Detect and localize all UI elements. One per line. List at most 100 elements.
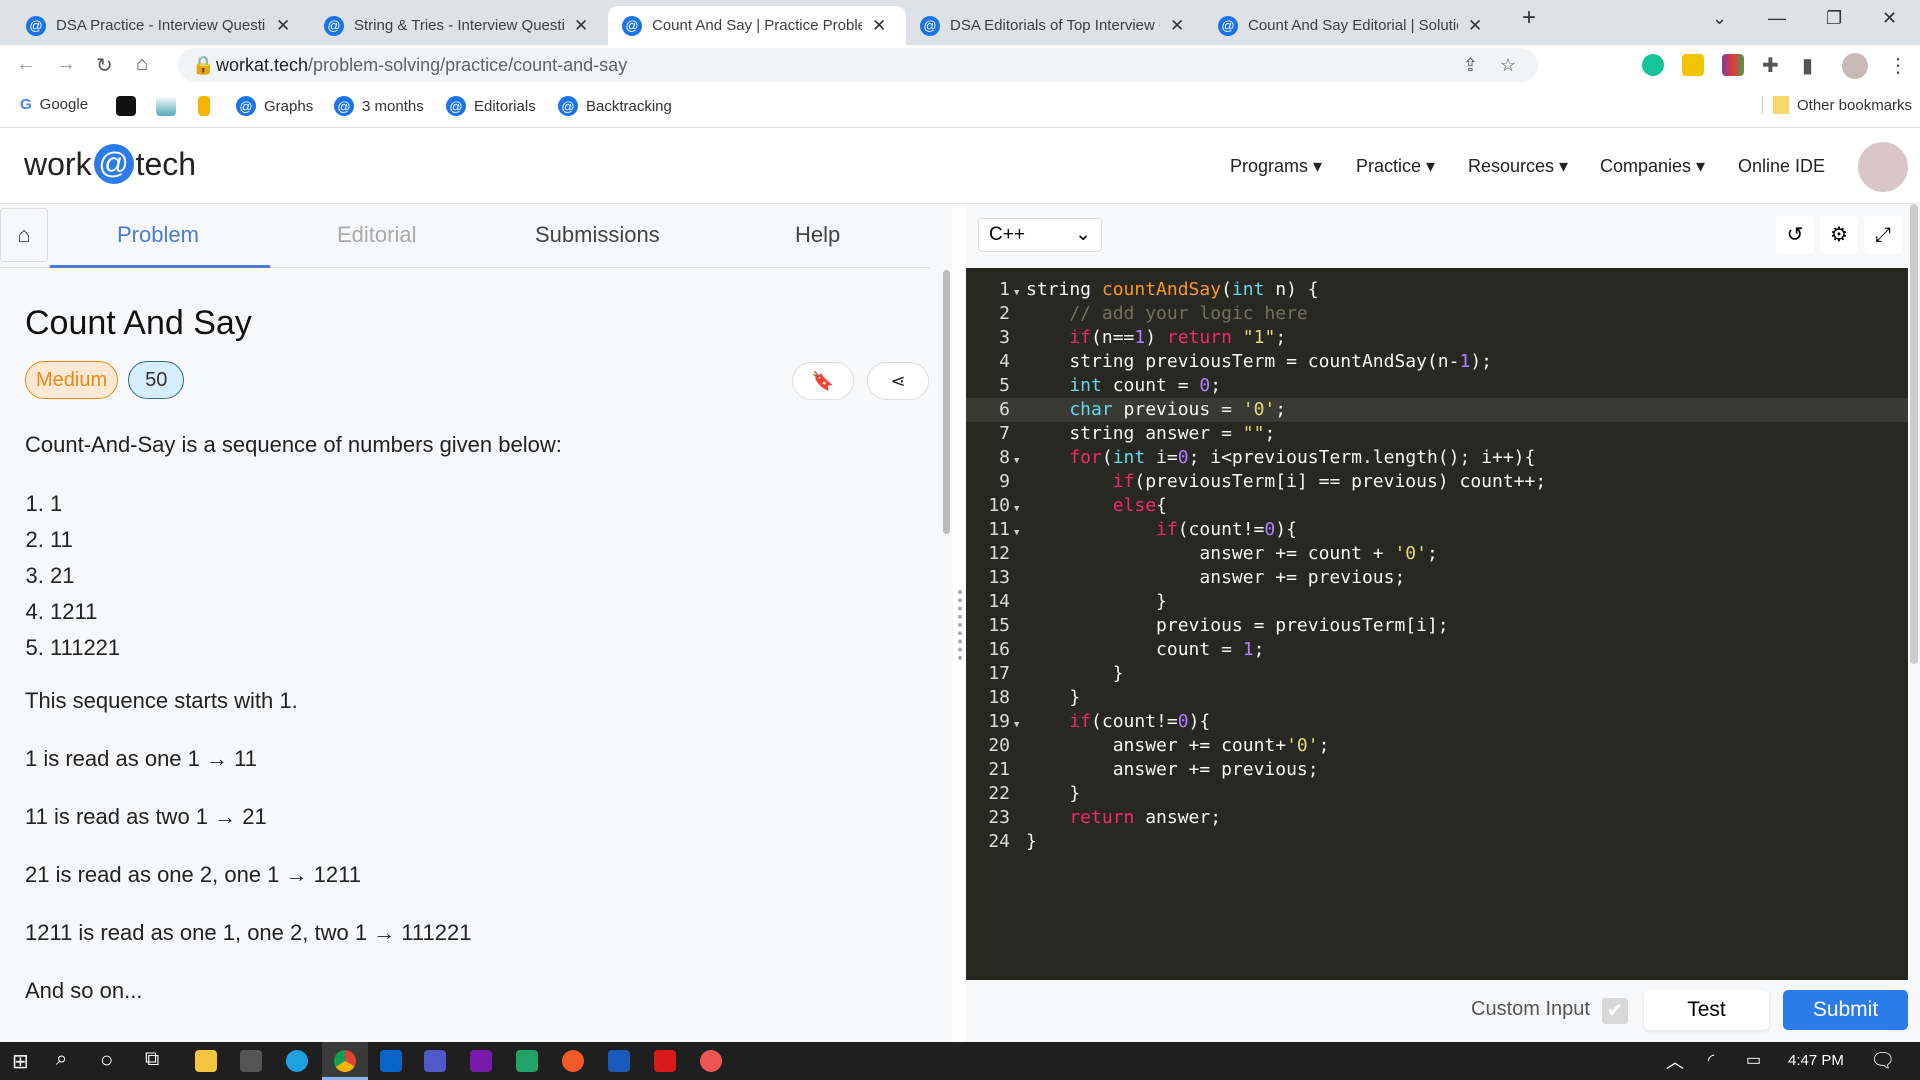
cortana-icon[interactable]: ○ [100, 1047, 113, 1073]
color-extension-icon[interactable] [1722, 54, 1744, 76]
user-avatar[interactable] [1858, 142, 1908, 192]
settings-gear-icon[interactable]: ⚙ [1820, 216, 1858, 254]
workattech-logo[interactable]: work @ tech [24, 144, 196, 184]
postman-icon[interactable] [562, 1050, 584, 1072]
close-tab-icon[interactable]: ✕ [1170, 16, 1184, 36]
bookmark-backtracking[interactable]: @ Backtracking [558, 96, 672, 116]
browser-tab[interactable]: @ Count And Say | Practice Problem ✕ [608, 6, 906, 45]
star-icon[interactable]: ☆ [1500, 55, 1516, 76]
editor-scrollbar[interactable] [1910, 204, 1918, 664]
tab-help[interactable]: Help [795, 222, 840, 248]
code-line: 10 ▼ else{ [966, 494, 1908, 518]
code-token: int [1231, 279, 1265, 300]
tray-chevron-icon[interactable]: ︿ [1666, 1048, 1684, 1074]
custom-input-checkbox[interactable]: ✔ [1602, 998, 1628, 1024]
close-tab-icon[interactable]: ✕ [1468, 16, 1482, 36]
description-paragraph: 11 is read as two 1 → 21 [25, 804, 267, 829]
search-icon[interactable]: ⌕ [56, 1048, 67, 1071]
logo-at: @ [93, 144, 134, 184]
url-bar[interactable]: 🔒 workat.tech/problem-solving/practice/c… [178, 48, 1538, 82]
bookmark-graphs[interactable]: @ Graphs [236, 96, 313, 116]
reset-code-icon[interactable]: ↺ [1776, 216, 1814, 254]
home-icon[interactable]: ⌂ [0, 208, 48, 262]
fullscreen-icon[interactable]: ⤢ [1864, 216, 1902, 254]
code-panel: C++ ⌄ ↺ ⚙ ⤢ 1 ▼ string countAndSay(int n) {… [966, 204, 1920, 1042]
close-tab-icon[interactable]: ✕ [276, 16, 290, 36]
menu-resources[interactable]: Resources ▾ [1468, 156, 1568, 177]
new-tab-button[interactable]: + [1522, 4, 1536, 32]
submit-button[interactable]: Submit [1783, 990, 1908, 1030]
browser-tab[interactable]: @ String & Tries - Interview Questions ✕ [310, 6, 608, 45]
code-editor[interactable]: 1 ▼ string countAndSay(int n) {2 // add yo… [966, 268, 1908, 980]
scrollbar[interactable] [943, 270, 950, 534]
forward-icon[interactable]: → [56, 53, 76, 76]
close-tab-icon[interactable]: ✕ [574, 16, 588, 36]
at-icon: @ [26, 15, 46, 36]
minimize-button[interactable]: — [1768, 8, 1786, 29]
app-icon[interactable] [700, 1050, 722, 1072]
bookmark-icon[interactable] [198, 96, 210, 116]
home-icon[interactable]: ⌂ [136, 53, 148, 76]
bookmark-button[interactable]: 🔖 [792, 362, 854, 400]
menu-programs[interactable]: Programs ▾ [1230, 156, 1322, 177]
close-window-button[interactable]: ✕ [1882, 8, 1897, 29]
bookmark-google[interactable]: G Google [20, 96, 88, 113]
spreadsheet-icon[interactable] [516, 1050, 538, 1072]
wifi-icon[interactable]: ◜ [1708, 1050, 1714, 1070]
bookmark-label: Google [39, 96, 89, 113]
acrobat-icon[interactable] [654, 1050, 676, 1072]
side-panel-icon[interactable]: ▮ [1802, 53, 1813, 78]
profile-avatar[interactable] [1842, 53, 1868, 79]
code-token: '0' [1242, 399, 1276, 420]
chrome-menu-icon[interactable]: ⋮ [1888, 53, 1908, 78]
teams-icon[interactable] [424, 1050, 446, 1072]
code-token: ( [1221, 279, 1232, 300]
other-bookmarks[interactable]: Other bookmarks [1762, 96, 1912, 114]
folder-icon [1773, 96, 1789, 114]
file-explorer-icon[interactable] [195, 1050, 217, 1072]
close-tab-icon[interactable]: ✕ [872, 16, 886, 36]
tab-problem[interactable]: Problem [117, 222, 199, 248]
browser-tab[interactable]: @ Count And Say Editorial | Solution ✕ [1204, 6, 1502, 45]
code-token: answer += count + [1026, 543, 1395, 564]
bookmark-icon[interactable] [156, 96, 176, 116]
bookmark-editorials[interactable]: @ Editorials [446, 96, 536, 116]
at-icon: @ [236, 96, 256, 116]
share-icon[interactable]: ⇪ [1463, 55, 1478, 76]
extensions-icon[interactable]: ✚ [1762, 53, 1779, 78]
windows-start-icon[interactable]: ⊞ [12, 1049, 29, 1074]
store-icon[interactable] [240, 1050, 262, 1072]
clock[interactable]: 4:47 PM [1788, 1052, 1844, 1069]
tab-search-icon[interactable]: ⌄ [1712, 8, 1727, 29]
onenote-icon[interactable] [470, 1050, 492, 1072]
task-view-icon[interactable]: ⧉ [145, 1048, 159, 1071]
language-select[interactable]: C++ ⌄ [978, 218, 1102, 252]
battery-icon[interactable]: ▭ [1746, 1050, 1761, 1070]
code-line: 20 answer += count+'0'; [966, 734, 1908, 758]
code-token: ; [1275, 327, 1287, 348]
outlook-icon[interactable] [380, 1050, 402, 1072]
menu-online-ide[interactable]: Online IDE [1738, 156, 1825, 177]
edge-icon[interactable] [286, 1050, 308, 1072]
grammarly-extension-icon[interactable] [1642, 54, 1664, 76]
highlighter-extension-icon[interactable] [1682, 54, 1704, 76]
menu-companies[interactable]: Companies ▾ [1600, 156, 1705, 177]
browser-tab[interactable]: @ DSA Practice - Interview Questions ✕ [12, 6, 310, 45]
notion-icon[interactable] [608, 1050, 630, 1072]
browser-tab[interactable]: @ DSA Editorials of Top Interview Questio… [906, 6, 1204, 45]
panel-resize-handle[interactable] [958, 590, 962, 660]
restore-button[interactable]: ❐ [1826, 8, 1842, 29]
tab-submissions[interactable]: Submissions [535, 222, 660, 248]
test-button[interactable]: Test [1644, 990, 1769, 1030]
hackerrank-icon[interactable] [116, 96, 136, 116]
notifications-icon[interactable]: 🗨 [1870, 1048, 1895, 1073]
reload-icon[interactable]: ↻ [96, 53, 113, 78]
share-button[interactable]: ⋖ [867, 362, 929, 400]
tab-editorial[interactable]: Editorial [337, 222, 416, 248]
bookmark-3-months[interactable]: @3 months [334, 96, 424, 116]
menu-practice[interactable]: Practice ▾ [1356, 156, 1435, 177]
back-icon[interactable]: ← [16, 53, 36, 76]
at-icon: @ [622, 15, 642, 36]
site-header: work @ tech Programs ▾ Practice ▾ Resource… [0, 128, 1920, 204]
lock-icon: 🔒 [192, 54, 215, 75]
